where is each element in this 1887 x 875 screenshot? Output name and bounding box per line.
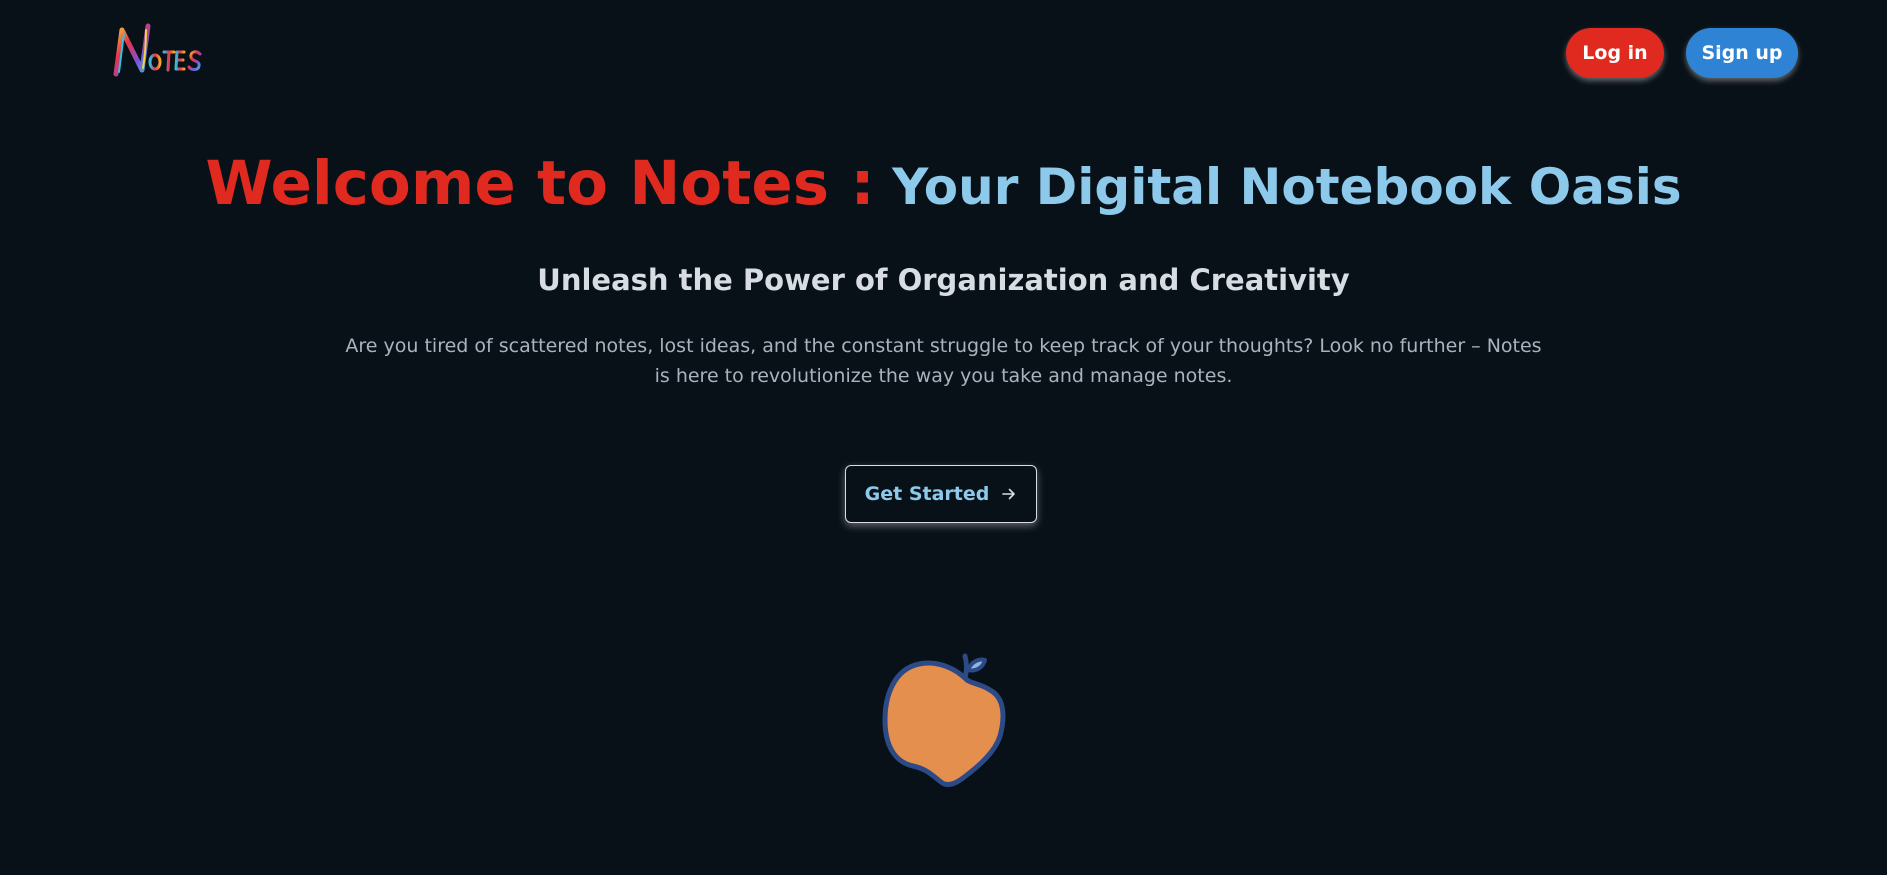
landing-page: Log in Sign up Welcome to Notes : Your D…: [0, 0, 1887, 875]
notes-logo-graphic: [113, 23, 202, 77]
login-button[interactable]: Log in: [1566, 28, 1664, 78]
notes-logo[interactable]: [110, 22, 206, 80]
hero-title-accent: Your Digital Notebook Oasis: [874, 158, 1682, 216]
get-started-label: Get Started: [864, 483, 990, 505]
apple-illustration: [855, 622, 1035, 802]
header-actions: Log in Sign up: [1566, 28, 1798, 78]
hero-title: Welcome to Notes : Your Digital Notebook…: [0, 148, 1887, 219]
arrow-right-icon: [1002, 488, 1016, 500]
hero-description: Are you tired of scattered notes, lost i…: [345, 335, 1542, 387]
get-started-button[interactable]: Get Started: [845, 465, 1037, 523]
signup-button[interactable]: Sign up: [1686, 28, 1798, 78]
apple-icon: [882, 653, 1006, 788]
hero-title-main: Welcome to Notes :: [205, 148, 875, 219]
hero-subtitle: Unleash the Power of Organization and Cr…: [537, 263, 1350, 297]
